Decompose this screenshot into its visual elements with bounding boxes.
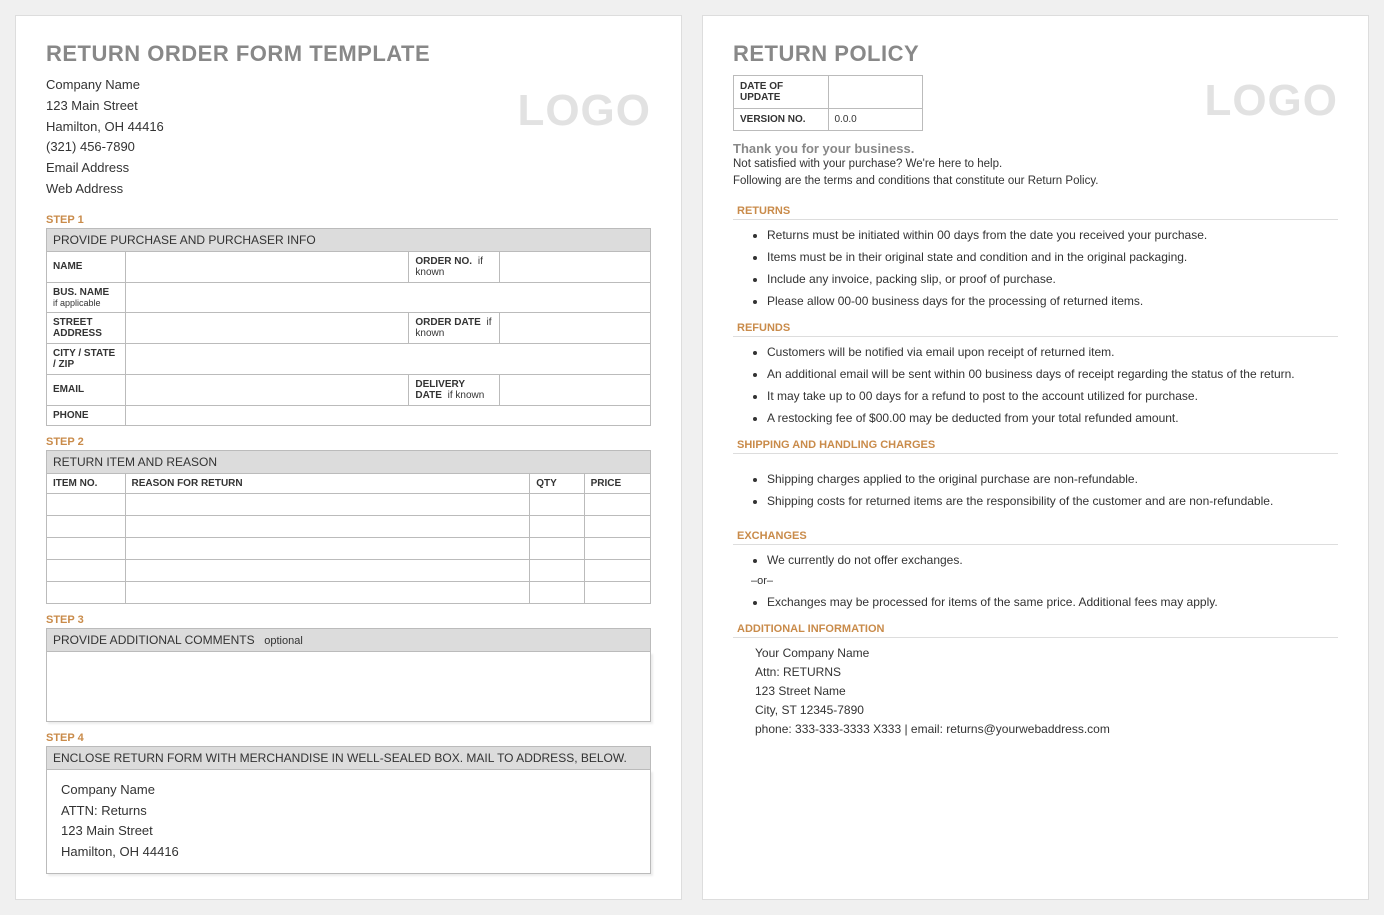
version-value[interactable]: 0.0.0 xyxy=(828,109,923,131)
step3-label: STEP 3 xyxy=(46,614,651,626)
returns-header: RETURNS xyxy=(733,205,1338,220)
company-web: Web Address xyxy=(46,179,651,200)
mail-street: 123 Main Street xyxy=(61,821,636,842)
list-item: Shipping charges applied to the original… xyxy=(767,472,1338,486)
exchanges-list: We currently do not offer exchanges. xyxy=(767,553,1338,567)
field-delivdate-input[interactable] xyxy=(499,374,650,405)
field-csz-input[interactable] xyxy=(125,343,650,374)
return-order-form-page: LOGO RETURN ORDER FORM TEMPLATE Company … xyxy=(15,15,682,900)
field-orderdate-input[interactable] xyxy=(499,312,650,343)
addl-city: City, ST 12345-7890 xyxy=(755,701,1338,720)
list-item: We currently do not offer exchanges. xyxy=(767,553,1338,567)
exchanges-or: –or– xyxy=(751,575,1338,587)
comments-input[interactable] xyxy=(46,652,651,722)
additional-header: ADDITIONAL INFORMATION xyxy=(733,623,1338,638)
field-busname-label: BUS. NAMEif applicable xyxy=(47,282,126,312)
mail-instructions-table: ENCLOSE RETURN FORM WITH MERCHANDISE IN … xyxy=(46,746,651,770)
list-item: Customers will be notified via email upo… xyxy=(767,345,1338,359)
list-item: Returns must be initiated within 00 days… xyxy=(767,228,1338,242)
item-row[interactable] xyxy=(47,515,651,537)
page-title: RETURN ORDER FORM TEMPLATE xyxy=(46,41,651,67)
policy-meta-table: DATE OF UPDATE VERSION NO. 0.0.0 xyxy=(733,75,923,131)
exchanges-list-2: Exchanges may be processed for items of … xyxy=(767,595,1338,609)
refunds-header: REFUNDS xyxy=(733,322,1338,337)
col-price: PRICE xyxy=(584,473,650,493)
addl-attn: Attn: RETURNS xyxy=(755,663,1338,682)
list-item: Items must be in their original state an… xyxy=(767,250,1338,264)
date-update-label: DATE OF UPDATE xyxy=(734,76,829,109)
list-item: An additional email will be sent within … xyxy=(767,367,1338,381)
mail-name: Company Name xyxy=(61,780,636,801)
field-name-label: NAME xyxy=(47,251,126,282)
field-busname-input[interactable] xyxy=(125,282,650,312)
addl-street: 123 Street Name xyxy=(755,682,1338,701)
addl-name: Your Company Name xyxy=(755,644,1338,663)
item-row[interactable] xyxy=(47,581,651,603)
step2-header: RETURN ITEM AND REASON xyxy=(47,450,651,473)
field-name-input[interactable] xyxy=(125,251,409,282)
step1-header: PROVIDE PURCHASE AND PURCHASER INFO xyxy=(47,228,651,251)
return-items-table: RETURN ITEM AND REASON ITEM NO. REASON F… xyxy=(46,450,651,604)
field-orderdate-label: ORDER DATE if known xyxy=(409,312,500,343)
item-row[interactable] xyxy=(47,537,651,559)
list-item: It may take up to 00 days for a refund t… xyxy=(767,389,1338,403)
addl-contact: phone: 333-333-3333 X333 | email: return… xyxy=(755,720,1338,739)
mail-address-box: Company Name ATTN: Returns 123 Main Stre… xyxy=(46,770,651,874)
mail-city: Hamilton, OH 44416 xyxy=(61,842,636,863)
col-qty: QTY xyxy=(530,473,584,493)
company-email: Email Address xyxy=(46,158,651,179)
refunds-list: Customers will be notified via email upo… xyxy=(767,345,1338,425)
company-phone: (321) 456-7890 xyxy=(46,137,651,158)
col-reason: REASON FOR RETURN xyxy=(125,473,530,493)
list-item: Shipping costs for returned items are th… xyxy=(767,494,1338,508)
logo-placeholder: LOGO xyxy=(517,86,651,136)
step4-header: ENCLOSE RETURN FORM WITH MERCHANDISE IN … xyxy=(47,746,651,769)
field-delivdate-label: DELIVERY DATE if known xyxy=(409,374,500,405)
field-orderno-input[interactable] xyxy=(499,251,650,282)
logo-placeholder: LOGO xyxy=(1204,76,1338,126)
comments-table: PROVIDE ADDITIONAL COMMENTS optional xyxy=(46,628,651,652)
return-policy-page: LOGO RETURN POLICY DATE OF UPDATE VERSIO… xyxy=(702,15,1369,900)
step3-header: PROVIDE ADDITIONAL COMMENTS optional xyxy=(47,628,651,651)
shipping-header: SHIPPING AND HANDLING CHARGES xyxy=(733,439,1338,454)
step4-label: STEP 4 xyxy=(46,732,651,744)
field-phone-input[interactable] xyxy=(125,405,650,425)
returns-list: Returns must be initiated within 00 days… xyxy=(767,228,1338,308)
list-item: Exchanges may be processed for items of … xyxy=(767,595,1338,609)
additional-info-block: Your Company Name Attn: RETURNS 123 Stre… xyxy=(755,644,1338,740)
step2-label: STEP 2 xyxy=(46,436,651,448)
field-csz-label: CITY / STATE / ZIP xyxy=(47,343,126,374)
field-street-label: STREET ADDRESS xyxy=(47,312,126,343)
page-title: RETURN POLICY xyxy=(733,41,1338,67)
shipping-list: Shipping charges applied to the original… xyxy=(767,472,1338,508)
exchanges-header: EXCHANGES xyxy=(733,530,1338,545)
step1-label: STEP 1 xyxy=(46,214,651,226)
item-row[interactable] xyxy=(47,493,651,515)
purchaser-info-table: PROVIDE PURCHASE AND PURCHASER INFO NAME… xyxy=(46,228,651,426)
field-email-label: EMAIL xyxy=(47,374,126,405)
field-orderno-label: ORDER NO. if known xyxy=(409,251,500,282)
intro-text: Not satisfied with your purchase? We're … xyxy=(733,156,1338,191)
list-item: Include any invoice, packing slip, or pr… xyxy=(767,272,1338,286)
col-itemno: ITEM NO. xyxy=(47,473,126,493)
field-email-input[interactable] xyxy=(125,374,409,405)
date-update-value[interactable] xyxy=(828,76,923,109)
list-item: A restocking fee of $00.00 may be deduct… xyxy=(767,411,1338,425)
field-street-input[interactable] xyxy=(125,312,409,343)
thank-you-line: Thank you for your business. xyxy=(733,141,1338,156)
version-label: VERSION NO. xyxy=(734,109,829,131)
item-row[interactable] xyxy=(47,559,651,581)
list-item: Please allow 00-00 business days for the… xyxy=(767,294,1338,308)
field-phone-label: PHONE xyxy=(47,405,126,425)
mail-attn: ATTN: Returns xyxy=(61,801,636,822)
